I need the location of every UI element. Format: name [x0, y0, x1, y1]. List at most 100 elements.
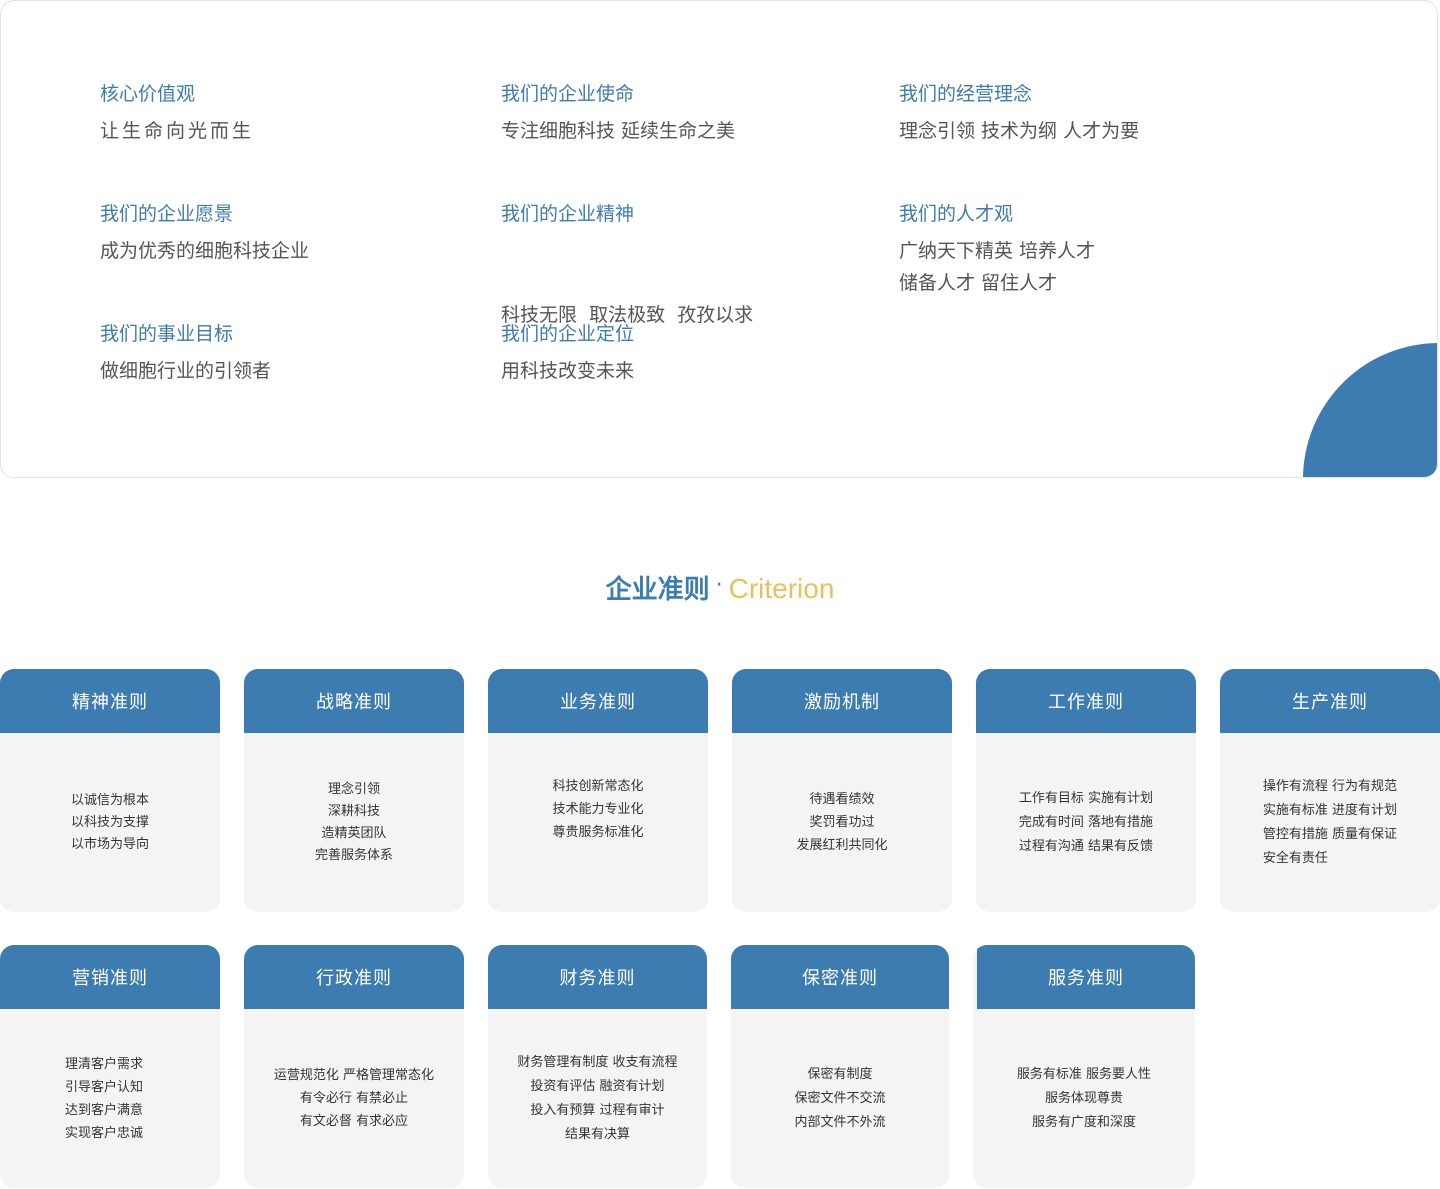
value-mission: 我们的企业使命 专注细胞科技 延续生命之美	[501, 81, 861, 147]
value-line: 储备人才 留住人才	[899, 272, 1058, 294]
card-line: 技术能力专业化	[552, 802, 644, 817]
card-work: 工作准则 工作有目标 实施有计划 完成有时间 落地有措施 过程有沟通 结果有反馈	[976, 669, 1196, 912]
card-title: 激励机制	[732, 669, 952, 733]
card-title: 生产准则	[1220, 669, 1440, 733]
card-lines: 财务管理有制度 收支有流程 投资有评估 融资有计划 投入有预算 过程有审计 结果…	[517, 1051, 677, 1147]
card-title: 精神准则	[0, 669, 220, 733]
card-line: 科技创新常态化	[552, 779, 644, 794]
card-strategy: 战略准则 理念引领 深耕科技 造精英团队 完善服务体系	[244, 669, 464, 912]
card-lines: 服务有标准 服务要人性 服务体现尊贵 服务有广度和深度	[1017, 1063, 1151, 1135]
card-spirit: 精神准则 以诚信为根本 以科技为支撑 以市场为导向	[0, 669, 220, 912]
card-confidentiality: 保密准则 保密有制度 保密文件不交流 内部文件不外流	[731, 945, 949, 1188]
card-line: 实施有标准 进度有计划	[1262, 802, 1398, 818]
card-line: 安全有责任	[1262, 850, 1328, 866]
card-line: 结果有决算	[564, 1126, 630, 1142]
card-lines: 理清客户需求 引导客户认知 达到客户满意 实现客户忠诚	[65, 1053, 155, 1145]
heading-en: Criterion	[728, 573, 835, 604]
card-line: 投资有评估 融资有计划	[530, 1078, 665, 1094]
value-text: 让生命向光而生	[100, 115, 460, 147]
card-line: 完善服务体系	[314, 847, 393, 863]
card-body: 财务管理有制度 收支有流程 投资有评估 融资有计划 投入有预算 过程有审计 结果…	[488, 1009, 707, 1188]
value-line: 让生命向光而生	[100, 120, 255, 142]
card-lines: 保密有制度 保密文件不交流 内部文件不外流	[794, 1063, 885, 1135]
card-line: 实现客户忠诚	[64, 1125, 143, 1141]
card-line: 财务管理有制度 收支有流程	[517, 1054, 678, 1070]
card-title: 工作准则	[976, 669, 1196, 733]
card-line: 操作有流程 行为有规范	[1262, 778, 1398, 794]
value-career-goal: 我们的事业目标 做细胞行业的引领者	[100, 321, 460, 387]
card-line: 服务体现尊贵	[1044, 1090, 1123, 1106]
heading-dot: ·	[715, 573, 723, 598]
card-lines: 科技创新常态化 技术能力专业化 尊贵服务标准化	[552, 775, 643, 844]
value-title: 我们的企业愿景	[100, 203, 234, 225]
card-title: 行政准则	[244, 945, 464, 1009]
value-business-philosophy: 我们的经营理念 理念引领 技术为纲 人才为要	[899, 81, 1259, 147]
card-title: 战略准则	[244, 669, 464, 733]
card-body: 以诚信为根本 以科技为支撑 以市场为导向	[0, 733, 220, 912]
value-text: 广纳天下精英 培养人才 储备人才 留住人才	[899, 235, 1259, 299]
card-title: 营销准则	[0, 945, 220, 1009]
criterion-heading: 企业准则 · Criterion	[0, 570, 1440, 611]
card-line: 服务有广度和深度	[1031, 1114, 1136, 1130]
value-core-values: 核心价值观 让生命向光而生	[100, 81, 460, 147]
card-line: 达到客户满意	[64, 1102, 143, 1118]
value-talent-view: 我们的人才观 广纳天下精英 培养人才 储备人才 留住人才	[899, 201, 1259, 299]
card-production: 生产准则 操作有流程 行为有规范 实施有标准 进度有计划 管控有措施 质量有保证…	[1220, 669, 1440, 912]
values-panel: 核心价值观 让生命向光而生 我们的企业使命 专注细胞科技 延续生命之美 我们的经…	[0, 0, 1438, 478]
value-line: 专注细胞科技 延续生命之美	[501, 120, 736, 142]
card-business: 业务准则 科技创新常态化 技术能力专业化 尊贵服务标准化	[488, 669, 708, 912]
card-title: 业务准则	[488, 669, 708, 733]
card-service: 服务准则 服务有标准 服务要人性 服务体现尊贵 服务有广度和深度	[973, 945, 1195, 1188]
card-line: 投入有预算 过程有审计	[530, 1102, 665, 1118]
card-lines: 理念引领 深耕科技 造精英团队 完善服务体系	[315, 779, 393, 867]
card-title: 保密准则	[731, 945, 949, 1009]
value-text: 做细胞行业的引领者	[100, 355, 460, 387]
card-line: 深耕科技	[327, 803, 380, 819]
value-title: 我们的企业精神	[501, 203, 635, 225]
card-title: 服务准则	[977, 945, 1195, 1009]
value-line: 做细胞行业的引领者	[100, 360, 272, 382]
value-title: 我们的人才观	[899, 203, 1014, 225]
card-lines: 操作有流程 行为有规范 实施有标准 进度有计划 管控有措施 质量有保证 安全有责…	[1263, 775, 1397, 871]
value-title: 我们的企业定位	[501, 323, 635, 345]
value-line: 用科技改变未来	[501, 360, 635, 382]
card-line: 理念引领	[327, 781, 380, 797]
value-line: 广纳天下精英 培养人才	[899, 240, 1096, 262]
value-text: 用科技改变未来	[501, 355, 861, 387]
card-line: 管控有措施 质量有保证	[1262, 826, 1398, 842]
card-line: 以诚信为根本	[70, 792, 149, 808]
card-line: 尊贵服务标准化	[552, 825, 644, 840]
card-line: 发展红利共同化	[796, 838, 888, 853]
value-title: 核心价值观	[100, 83, 196, 105]
card-finance: 财务准则 财务管理有制度 收支有流程 投资有评估 融资有计划 投入有预算 过程有…	[488, 945, 707, 1188]
card-line: 保密文件不交流	[794, 1090, 886, 1106]
card-line: 以市场为导向	[70, 836, 149, 852]
card-lines: 工作有目标 实施有计划 完成有时间 落地有措施 过程有沟通 结果有反馈	[1019, 787, 1153, 859]
value-line: 成为优秀的细胞科技企业	[100, 240, 310, 262]
card-incentive: 激励机制 待遇看绩效 奖罚看功过 发展红利共同化	[732, 669, 952, 912]
card-body: 服务有标准 服务要人性 服务体现尊贵 服务有广度和深度	[973, 1009, 1195, 1188]
value-vision: 我们的企业愿景 成为优秀的细胞科技企业	[100, 201, 460, 267]
card-line: 有令必行 有禁必止	[299, 1091, 409, 1106]
card-line: 待遇看绩效	[809, 792, 875, 807]
card-body: 操作有流程 行为有规范 实施有标准 进度有计划 管控有措施 质量有保证 安全有责…	[1220, 733, 1440, 912]
value-text: 专注细胞科技 延续生命之美	[501, 115, 861, 147]
card-line: 保密有制度	[807, 1066, 873, 1082]
card-line: 以科技为支撑	[70, 814, 149, 830]
value-line: 理念引领 技术为纲 人才为要	[899, 120, 1140, 142]
card-title: 财务准则	[488, 945, 707, 1009]
card-body: 理清客户需求 引导客户认知 达到客户满意 实现客户忠诚	[0, 1009, 220, 1188]
card-body: 待遇看绩效 奖罚看功过 发展红利共同化	[732, 733, 952, 912]
card-body: 理念引领 深耕科技 造精英团队 完善服务体系	[244, 733, 464, 912]
value-text: 理念引领 技术为纲 人才为要	[899, 115, 1259, 147]
card-lines: 运营规范化 严格管理常态化 有令必行 有禁必止 有文必督 有求必应	[274, 1064, 434, 1133]
corner-decoration	[1303, 343, 1437, 477]
card-line: 造精英团队	[321, 825, 387, 841]
card-line: 奖罚看功过	[809, 815, 875, 830]
card-line: 服务有标准 服务要人性	[1016, 1066, 1152, 1082]
card-line: 理清客户需求	[64, 1056, 143, 1072]
card-line: 引导客户认知	[64, 1079, 143, 1095]
card-line: 内部文件不外流	[794, 1114, 886, 1130]
value-title: 我们的企业使命	[501, 83, 635, 105]
card-body: 保密有制度 保密文件不交流 内部文件不外流	[731, 1009, 949, 1188]
